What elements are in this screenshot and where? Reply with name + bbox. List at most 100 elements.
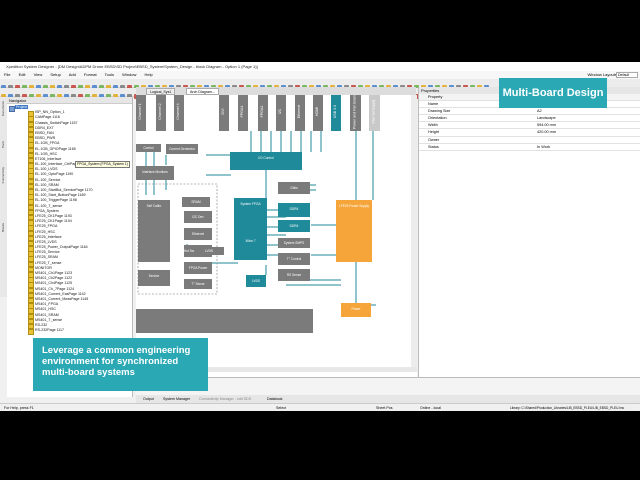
navigator-item-label: EL.100_T_sense xyxy=(35,203,63,208)
property-row[interactable]: Drawing Size A2 xyxy=(419,108,640,116)
tab-parts[interactable]: Parts xyxy=(1,141,6,148)
property-row[interactable]: Status In Work xyxy=(419,144,640,151)
bottom-bus-block[interactable] xyxy=(136,309,313,333)
property-row[interactable]: Owner xyxy=(419,137,640,144)
tab-connectivity[interactable]: Connectivity xyxy=(1,167,6,183)
menu-add[interactable]: Add xyxy=(69,72,76,77)
status-bar: For Help, press F1 Select Sheet Pos Onli… xyxy=(0,403,640,411)
connector-label: FPGA1 xyxy=(240,106,244,118)
block-power-supply[interactable] xyxy=(336,200,372,262)
connector-label: Channel 2 xyxy=(158,103,162,119)
navigator-item-label: EL.100_StartBut_ServicePage 1170 xyxy=(35,188,93,192)
block-self-calib[interactable] xyxy=(138,200,170,262)
block-label: LVDS xyxy=(205,249,213,253)
navigator-tooltip: FPGA_System (FPGA_System 1) xyxy=(75,161,130,168)
navigator-item-label: MS401_Current_MeasPage 1145 xyxy=(35,296,89,301)
property-row[interactable]: Orientation Landscape xyxy=(419,115,640,123)
block-label: LFE25 Power Supply xyxy=(339,204,369,208)
tab-connectivity-manager[interactable]: Connectivity Manager - edit SDS xyxy=(196,396,254,402)
tab-system-manager[interactable]: System Manager xyxy=(160,396,193,402)
menu-format[interactable]: Format xyxy=(84,72,97,77)
tab-databook[interactable]: Databook xyxy=(264,396,285,402)
block-label: Interface Monitors xyxy=(142,170,168,174)
navigator-item-label: EL.1GB_FPGA xyxy=(35,141,60,146)
property-key: Property xyxy=(428,95,443,99)
menu-tools[interactable]: Tools xyxy=(105,72,114,77)
status-library: Library: C:\Shared\Production_Libraries\… xyxy=(510,406,625,410)
navigator-item-label: MS401_Ch_7Page 1124 xyxy=(35,286,75,291)
navigator-item-label: CAMPage 1116 xyxy=(35,115,60,120)
tab-logical-sys1[interactable]: Logical_Sys1 xyxy=(146,88,176,95)
property-row[interactable]: Height 420.00 mm xyxy=(419,129,640,137)
navigator-item-label: LFE25_SRAM xyxy=(35,255,58,260)
navigator-item-label: EL.100_LVDS xyxy=(35,167,58,172)
property-key: Drawing Size xyxy=(428,109,451,114)
navigator-item-label: EBSD_PWR xyxy=(35,136,56,141)
connector-label: Internal Supply xyxy=(372,99,376,123)
navigator-item-label: MS401_Current_EasPage 1142 xyxy=(35,291,86,296)
navigator-item-label: DDR4_EXT xyxy=(35,125,54,130)
block-label: System SMPS xyxy=(284,241,305,245)
navigator-item-label: RS-232 xyxy=(35,322,48,327)
navigator-item-label: EL.1GB_HSC xyxy=(35,151,58,156)
property-key: Height xyxy=(428,130,439,135)
tab-arch-diagram[interactable]: Arch Diagram... xyxy=(186,88,219,95)
block-label: Current Generator xyxy=(169,147,196,151)
navigator-item[interactable]: RS-232Page 1117 xyxy=(7,328,133,335)
navigator-item-label: MS401_FPGA xyxy=(35,302,59,307)
window-title: Xpedition System Designer - [DM Design\A… xyxy=(0,62,640,71)
navigator-item-label: Chassis_SwitchPage 1157 xyxy=(35,120,78,125)
connector-label: Channel 4 xyxy=(176,103,180,119)
menu-file[interactable]: File xyxy=(4,72,10,77)
block-label: I/O Control xyxy=(258,156,274,160)
property-key: Orientation xyxy=(428,116,447,121)
property-value: 420.00 mm xyxy=(537,130,556,135)
menu-help[interactable]: Help xyxy=(144,72,152,77)
connector-label: DVI xyxy=(221,109,225,115)
menu-window[interactable]: Window xyxy=(122,72,136,77)
block-label: SRAM xyxy=(191,200,201,204)
tab-blocks[interactable]: Blocks xyxy=(1,223,6,232)
block-label: Gbits xyxy=(290,186,298,190)
property-row[interactable]: Width 594.00 mm xyxy=(419,122,640,130)
navigator-title: Navigator xyxy=(7,97,132,104)
property-value: Landscape xyxy=(537,116,556,121)
navigator-item-label: LFE25_Service xyxy=(35,250,60,255)
tab-documents[interactable]: Documents xyxy=(1,101,6,116)
block-label: Ethernet xyxy=(192,232,204,236)
block-label: System FPGA xyxy=(240,202,261,206)
feature-badge: Multi-Board Design xyxy=(499,78,607,108)
window-layouts-select[interactable]: Default xyxy=(616,72,638,78)
menu-edit[interactable]: Edit xyxy=(19,72,26,77)
status-online: Online - local xyxy=(420,406,441,410)
navigator-item-label: EBSD_FAN xyxy=(35,130,54,135)
property-key: Width xyxy=(428,123,438,128)
connector-label: Power and Fan Board xyxy=(353,95,357,129)
status-sheet: Sheet Pos xyxy=(376,406,393,410)
connector-label: FPGA2 xyxy=(260,106,264,118)
property-key: Status xyxy=(428,144,439,149)
property-value: A2 xyxy=(537,109,542,114)
property-key: Name xyxy=(428,102,439,107)
navigator-item-label: E7106_Interface xyxy=(35,156,62,161)
block-label: I2C Dev xyxy=(192,215,204,219)
property-value: In Work xyxy=(537,144,551,149)
connector-label: USB 3.0 xyxy=(333,105,337,118)
navigator-item-label: MS401_HSC xyxy=(35,307,56,312)
block-label: Xilinx 7 xyxy=(245,239,256,243)
side-tabs: Documents Parts Connectivity Blocks xyxy=(0,97,7,297)
canvas-vertical-scrollbar[interactable] xyxy=(411,95,417,367)
block-label: RS Sense xyxy=(287,273,302,277)
block-io-control[interactable] xyxy=(230,152,302,170)
navigator-item-label: EL.100_OptoPage 1190 xyxy=(35,172,74,177)
block-label: T° Sense xyxy=(191,282,204,286)
block-label: Self Calibr xyxy=(147,204,163,208)
navigator-item-label: LFE25_CK1Page 1194 xyxy=(35,219,72,224)
property-key: Owner xyxy=(428,137,440,142)
menu-view[interactable]: View xyxy=(34,72,43,77)
menu-setup[interactable]: Setup xyxy=(50,72,60,77)
block-service[interactable] xyxy=(138,270,170,286)
connector-label: I2C xyxy=(278,108,282,114)
tab-output[interactable]: Output xyxy=(140,396,157,402)
navigator-item-label: LFE25_T_sense xyxy=(35,260,62,265)
